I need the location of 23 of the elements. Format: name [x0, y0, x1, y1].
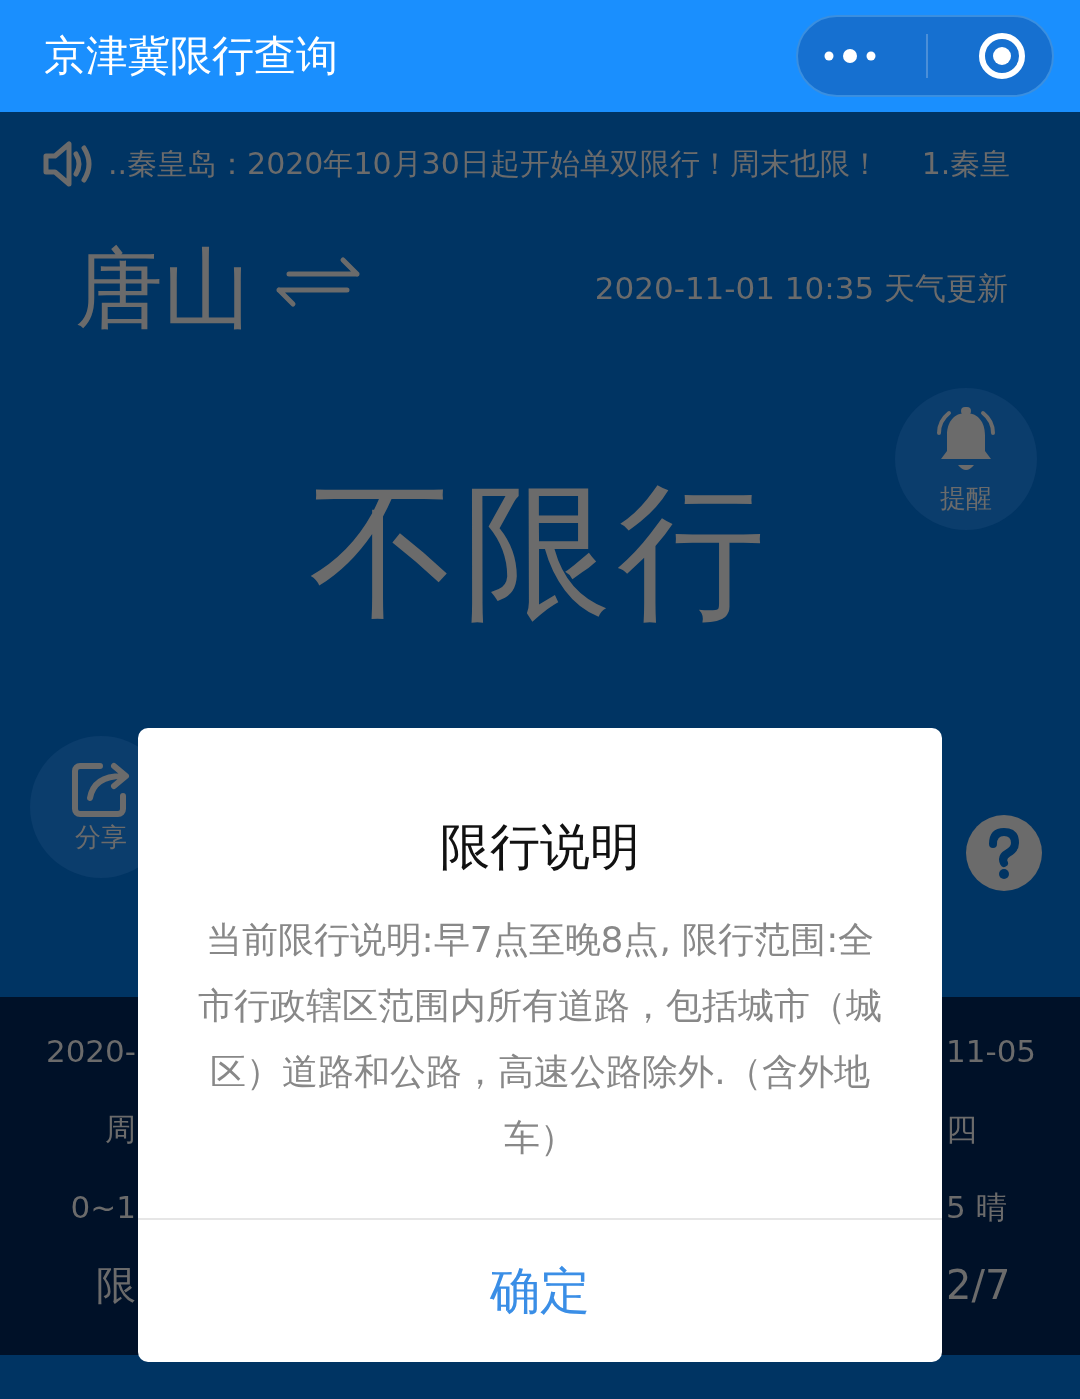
forecast-text: 2/7 [946, 1265, 1011, 1310]
city-name[interactable]: 唐山 [75, 229, 251, 349]
confirm-button[interactable]: 确定 [138, 1218, 942, 1362]
dialog-message: 当前限行说明:早7点至晚8点, 限行范围:全市行政辖区范围内所有道路，包括城市（城区）道路和公路，高速公路除外.（含外地车） [197, 918, 883, 1160]
dialog-title: 限行说明 [440, 817, 640, 878]
restriction-status: 不限行 [309, 465, 771, 640]
close-icon[interactable] [977, 31, 1028, 81]
notice-text: ..秦皇岛：2020年10月30日起开始单双限行！周末也限！ [108, 144, 880, 183]
forecast-text: 2020- [45, 1032, 136, 1071]
help-icon[interactable] [965, 814, 1043, 892]
update-time: 2020-11-01 10:35 天气更新 [594, 269, 1008, 308]
forecast-text: 0~1 [70, 1188, 136, 1227]
speaker-icon [42, 140, 94, 188]
forecast-text: 11-05 [946, 1032, 1037, 1071]
forecast-text: 5 晴 [946, 1188, 1007, 1227]
forecast-text: 周 [105, 1110, 136, 1149]
forecast-text: 四 [946, 1110, 977, 1149]
app-title: 京津冀限行查询 [44, 30, 338, 82]
swap-icon[interactable] [275, 254, 361, 310]
forecast-text: 限 [96, 1265, 136, 1310]
reminder-button[interactable]: 提醒 [895, 388, 1037, 530]
more-icon[interactable] [822, 48, 877, 64]
notice-text: 1.秦皇 [921, 144, 1011, 183]
